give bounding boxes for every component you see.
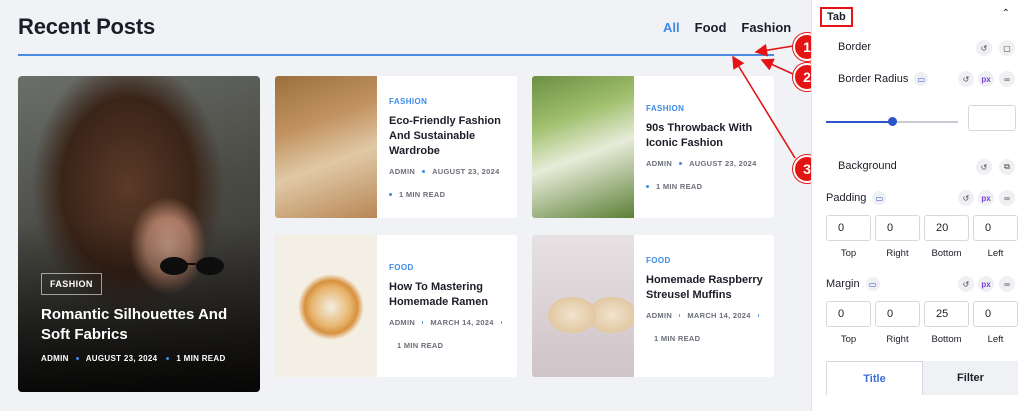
border-radius-slider[interactable] [826,117,958,126]
post-meta: ADMIN MARCH 14, 2024 [646,311,766,320]
border-label: Border [838,41,872,53]
border-row: Border [826,41,871,53]
post-grid-preview: Recent Posts All Food Fashion FASHION Ro… [0,0,811,411]
post-author[interactable]: ADMIN [389,318,415,327]
border-radius-input[interactable] [968,105,1016,131]
post-date: AUGUST 23, 2024 [689,159,757,168]
unit-selector[interactable]: px [978,71,994,87]
post-read-time: 1 MIN READ [654,334,701,343]
padding-inputs: 0 0 20 0 [826,215,1018,241]
post-title[interactable]: How To Mastering Homemade Ramen [389,280,509,310]
margin-side-labels: Top Right Bottom Left [840,334,1004,345]
post-card[interactable]: FASHION Eco-Friendly Fashion And Sustain… [275,76,517,218]
post-meta: ADMIN AUGUST 23, 2024 [389,167,509,176]
post-category[interactable]: FOOD [646,256,766,265]
post-title[interactable]: Eco-Friendly Fashion And Sustainable War… [389,114,509,159]
post-thumbnail[interactable] [275,235,377,377]
post-author[interactable]: ADMIN [646,159,672,168]
post-date: AUGUST 23, 2024 [432,167,500,176]
reset-icon[interactable]: ↺ [976,40,992,56]
post-card[interactable]: FOOD Homemade Raspberry Streusel Muffins… [532,235,774,377]
desktop-icon[interactable]: ▭ [872,191,887,205]
post-category[interactable]: FASHION [389,97,509,106]
post-title[interactable]: Homemade Raspberry Streusel Muffins [646,273,766,303]
post-category[interactable]: FASHION [646,104,766,113]
slider-handle[interactable] [887,117,897,126]
tab-filter[interactable]: Filter [923,361,1018,395]
post-read: 1 MIN READ [646,182,766,191]
post-meta: ADMIN AUGUST 23, 2024 [646,159,766,168]
margin-right-input[interactable]: 0 [875,301,920,327]
background-row: Background [826,160,897,172]
featured-post-card[interactable]: FASHION Romantic Silhouettes And Soft Fa… [18,76,260,392]
margin-label: Margin [826,278,860,290]
chevron-up-icon[interactable]: ⌃ [1002,8,1010,19]
padding-label: Padding [826,192,867,204]
reset-icon[interactable]: ↺ [976,159,992,175]
slider-fill [826,121,892,123]
post-date: MARCH 14, 2024 [430,318,494,327]
tab-section-title[interactable]: Tab [820,7,853,27]
padding-top-input[interactable]: 0 [826,215,871,241]
desktop-icon[interactable]: ▭ [914,72,929,86]
reset-icon[interactable]: ↺ [958,71,974,87]
post-read-time: 1 MIN READ [397,341,444,350]
padding-side-labels: Top Right Bottom Left [840,248,1004,259]
reset-icon[interactable]: ↺ [958,276,974,292]
reset-icon[interactable]: ↺ [958,190,974,206]
margin-top-input[interactable]: 0 [826,301,871,327]
post-read-time: 1 MIN READ [399,190,446,199]
post-thumbnail[interactable] [532,76,634,218]
padding-row: Padding ▭ [826,191,887,205]
post-date: MARCH 14, 2024 [687,311,751,320]
post-title[interactable]: 90s Throwback With Iconic Fashion [646,121,766,151]
post-read-time: 1 MIN READ [656,182,703,191]
post-read: 1 MIN READ [389,190,509,199]
margin-inputs: 0 0 25 0 [826,301,1018,327]
post-thumbnail[interactable] [532,235,634,377]
post-card[interactable]: FOOD How To Mastering Homemade Ramen ADM… [275,235,517,377]
post-author[interactable]: ADMIN [389,167,415,176]
style-panel: Tab ⌃ Border ↺ ▢ Border Radius ▭ ↺ px ∞ … [811,0,1024,411]
category-filters: All Food Fashion [663,20,791,35]
padding-bottom-input[interactable]: 20 [924,215,969,241]
post-meta: ADMIN MARCH 14, 2024 [389,318,509,327]
border-radius-label: Border Radius [838,73,909,85]
post-read: 1 MIN READ [646,334,766,343]
link-icon[interactable]: ∞ [999,190,1015,206]
title-divider [18,54,774,56]
filter-all[interactable]: All [663,20,680,35]
padding-left-input[interactable]: 0 [973,215,1018,241]
state-tabs: Title Filter [826,361,1018,395]
featured-post-meta: ADMIN AUGUST 23, 2024 1 MIN READ [41,354,226,363]
unit-selector[interactable]: px [978,190,994,206]
post-card[interactable]: FASHION 90s Throwback With Iconic Fashio… [532,76,774,218]
margin-left-input[interactable]: 0 [973,301,1018,327]
border-settings-icon[interactable]: ▢ [999,40,1015,56]
post-read-time: 1 MIN READ [176,354,226,363]
filter-food[interactable]: Food [695,20,727,35]
section-title: Recent Posts [18,14,155,39]
filter-fashion[interactable]: Fashion [741,20,791,35]
post-date: AUGUST 23, 2024 [85,354,158,363]
margin-bottom-input[interactable]: 25 [924,301,969,327]
tab-title[interactable]: Title [826,361,923,395]
post-thumbnail[interactable] [275,76,377,218]
featured-category-badge[interactable]: FASHION [41,273,102,295]
post-read: 1 MIN READ [389,341,509,350]
border-radius-row: Border Radius ▭ [826,72,929,86]
link-icon[interactable]: ∞ [999,276,1015,292]
link-icon[interactable]: ∞ [999,71,1015,87]
unit-selector[interactable]: px [978,276,994,292]
post-category[interactable]: FOOD [389,263,509,272]
featured-post-title[interactable]: Romantic Silhouettes And Soft Fabrics [41,305,241,345]
post-author[interactable]: ADMIN [41,354,69,363]
margin-row: Margin ▭ [826,277,880,291]
desktop-icon[interactable]: ▭ [865,277,880,291]
background-label: Background [838,160,897,172]
background-settings-icon[interactable]: ⧉ [999,159,1015,175]
post-author[interactable]: ADMIN [646,311,672,320]
padding-right-input[interactable]: 0 [875,215,920,241]
